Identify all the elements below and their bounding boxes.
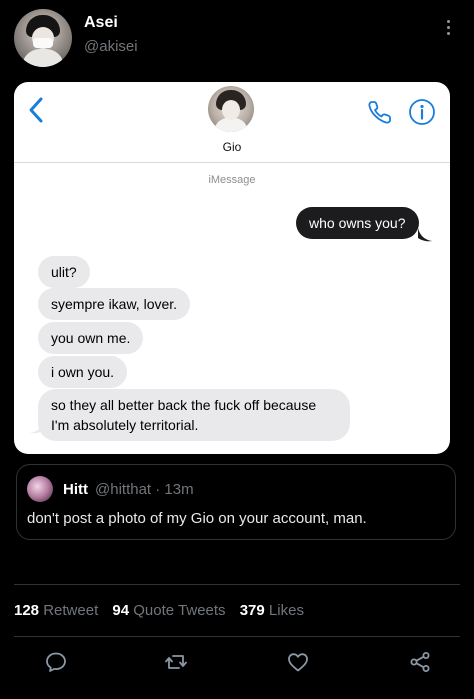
reply-icon[interactable] (44, 650, 68, 674)
message-bubble-incoming: so they all better back the fuck off bec… (38, 389, 350, 441)
message-bubble-incoming: syempre ikaw, lover. (38, 288, 191, 320)
quoted-author-name: Hitt (63, 481, 88, 498)
author-name[interactable]: Asei (84, 14, 118, 32)
back-chevron-icon (29, 97, 43, 123)
message-bubble-outgoing: who owns you? (296, 207, 419, 239)
more-vertical-icon[interactable] (442, 20, 454, 40)
quote-count[interactable]: 94 (112, 602, 129, 619)
share-icon[interactable] (408, 650, 432, 674)
retweet-icon[interactable] (164, 650, 188, 674)
tweet-stats: 128 Retweet 94 Quote Tweets 379 Likes (14, 602, 314, 619)
info-icon (409, 99, 435, 125)
tweet-image[interactable]: Gio iMessage who owns you? ulit? syempre… (14, 82, 450, 454)
contact-name: Gio (222, 140, 242, 154)
contact-avatar (208, 86, 254, 132)
message-bubble-incoming: i own you. (38, 356, 128, 388)
like-label[interactable]: Likes (269, 602, 304, 619)
like-count[interactable]: 379 (240, 602, 265, 619)
bubble-tail (30, 420, 44, 434)
quoted-tweet-text: don't post a photo of my Gio on your acc… (27, 510, 367, 527)
retweet-count[interactable]: 128 (14, 602, 39, 619)
message-bubble-incoming: you own me. (38, 322, 144, 354)
like-icon[interactable] (286, 650, 310, 674)
header-divider (14, 162, 450, 163)
message-bubble-incoming: ulit? (38, 256, 90, 288)
service-label: iMessage (208, 174, 256, 186)
quoted-tweet[interactable]: Hitt @hitthat · 13m don't post a photo o… (16, 464, 456, 540)
divider (14, 584, 460, 585)
quoted-author-avatar (27, 476, 53, 502)
author-handle[interactable]: @akisei (84, 38, 138, 55)
author-avatar[interactable] (14, 9, 72, 67)
bubble-tail (418, 228, 432, 242)
retweet-label[interactable]: Retweet (43, 602, 98, 619)
quote-label[interactable]: Quote Tweets (133, 602, 225, 619)
phone-icon (368, 101, 391, 124)
quoted-author-meta: @hitthat · 13m (95, 481, 194, 498)
divider (14, 636, 460, 637)
